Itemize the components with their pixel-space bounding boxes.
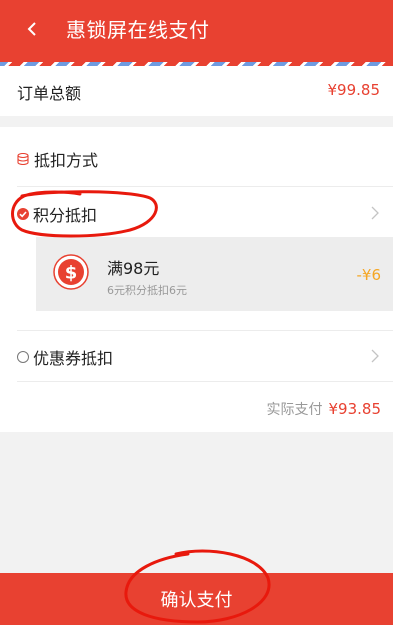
- points-discount-value: -¥6: [356, 266, 382, 284]
- actual-payment-row: 实际支付 ¥93.85: [267, 399, 382, 419]
- svg-text:$: $: [65, 263, 78, 284]
- order-total-label: 订单总额: [17, 84, 82, 103]
- database-icon: [17, 153, 29, 165]
- dollar-coin-icon: $: [53, 254, 89, 290]
- order-total-amount: ¥99.85: [327, 81, 381, 99]
- page-title: 惠锁屏在线支付: [66, 18, 210, 42]
- points-detail-panel[interactable]: [36, 237, 393, 311]
- chevron-left-icon[interactable]: [26, 22, 38, 36]
- order-total-row: 订单总额 ¥99.85: [0, 66, 393, 116]
- option-points-label: 积分抵扣: [33, 206, 98, 225]
- option-coupon-label: 优惠券抵扣: [33, 349, 114, 368]
- radio-checked-icon[interactable]: [17, 208, 29, 220]
- chevron-right-icon[interactable]: [371, 206, 379, 220]
- app-header: 惠锁屏在线支付: [0, 0, 393, 62]
- chevron-right-icon[interactable]: [371, 349, 379, 363]
- deduction-method-title: 抵扣方式: [17, 147, 98, 171]
- divider: [17, 330, 393, 331]
- confirm-payment-button[interactable]: 确认支付: [0, 573, 393, 625]
- actual-payment-label: 实际支付: [266, 402, 323, 418]
- deduction-method-label: 抵扣方式: [34, 151, 99, 170]
- actual-payment-value: ¥93.85: [328, 400, 382, 418]
- divider: [17, 381, 393, 382]
- option-points-deduction[interactable]: 积分抵扣: [17, 202, 97, 226]
- option-coupon-deduction[interactable]: 优惠券抵扣: [17, 345, 113, 369]
- divider: [17, 186, 393, 187]
- points-rule-subtitle: 6元积分抵扣6元: [107, 284, 187, 297]
- points-rule-title: 满98元: [107, 259, 160, 278]
- radio-unchecked-icon[interactable]: [17, 351, 29, 363]
